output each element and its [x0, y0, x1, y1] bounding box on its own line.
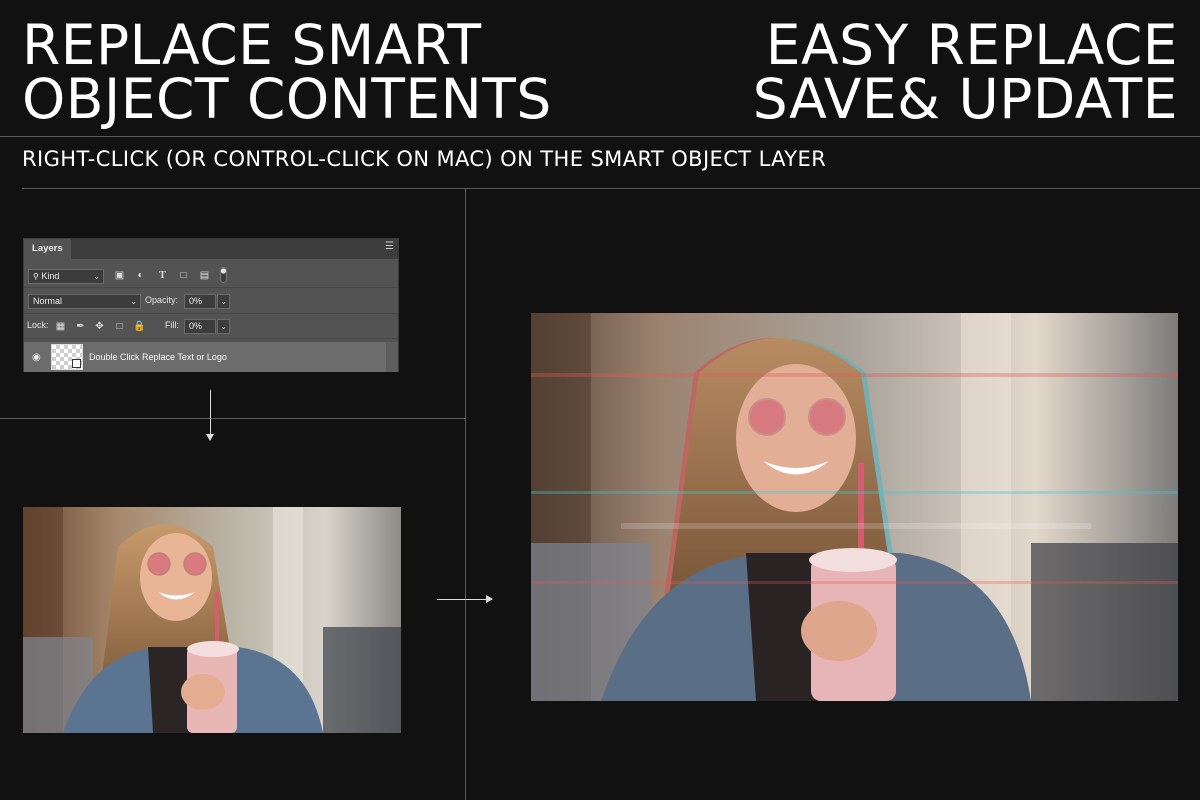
- smart-object-badge-icon: [72, 359, 81, 368]
- filter-kind-select[interactable]: ⚲ Kind ⌄: [28, 269, 104, 284]
- filter-row: ⚲ Kind ⌄ ▣ ◐ T □ ▤: [24, 265, 398, 288]
- layer-thumbnail: [51, 344, 83, 370]
- lock-artboard-icon[interactable]: □: [114, 321, 125, 332]
- lock-row: Lock: ▦ ✒ ✥ □ 🔒 Fill: 0% ⌄: [24, 316, 398, 339]
- image-filter-icon[interactable]: ▣: [114, 270, 125, 281]
- opacity-label: Opacity:: [145, 295, 179, 305]
- layer-name[interactable]: Double Click Replace Text or Logo: [89, 352, 227, 362]
- divider-left-horizontal: [0, 418, 465, 419]
- filter-kind-value: Kind: [41, 271, 60, 281]
- opacity-dropdown-button[interactable]: ⌄: [217, 294, 230, 309]
- tab-layers[interactable]: Layers: [24, 239, 71, 259]
- instruction-text: RIGHT-CLICK (OR CONTROL-CLICK ON MAC) ON…: [22, 147, 827, 171]
- headline-right-line2: SAVE& UPDATE: [752, 67, 1178, 131]
- adjustment-filter-icon[interactable]: ◐: [135, 270, 146, 281]
- fill-dropdown-button[interactable]: ⌄: [217, 319, 230, 334]
- type-filter-icon[interactable]: T: [157, 270, 168, 281]
- blend-row: Normal ⌄ Opacity: 0% ⌄: [24, 291, 398, 314]
- lock-transparent-icon[interactable]: ▦: [55, 321, 66, 332]
- layers-scrollbar[interactable]: [386, 342, 398, 372]
- lock-label: Lock:: [27, 320, 49, 330]
- panel-tab-bar: Layers ☰: [24, 239, 398, 259]
- filter-toggle-icon[interactable]: [220, 267, 227, 283]
- chevron-down-icon: ⌄: [93, 272, 100, 281]
- original-photo: [23, 507, 401, 733]
- fill-label: Fill:: [165, 320, 179, 330]
- headline-left-line2: OBJECT CONTENTS: [22, 67, 552, 131]
- shape-filter-icon[interactable]: □: [178, 270, 189, 281]
- divider-top: [0, 136, 1200, 137]
- glitch-result-photo: [531, 313, 1178, 701]
- panel-menu-icon[interactable]: ☰: [385, 241, 394, 252]
- lock-paint-icon[interactable]: ✒: [75, 321, 86, 332]
- arrow-down-icon: [206, 390, 214, 441]
- smart-object-filter-icon[interactable]: ▤: [199, 270, 210, 281]
- opacity-input[interactable]: 0%: [184, 294, 216, 309]
- blend-mode-select[interactable]: Normal ⌄: [28, 294, 141, 309]
- headline-left-line1: REPLACE SMART: [22, 13, 482, 77]
- divider-vertical: [465, 189, 466, 800]
- chevron-down-icon: ⌄: [130, 297, 137, 306]
- fill-input[interactable]: 0%: [184, 319, 216, 334]
- layers-panel: Layers ☰ ⚲ Kind ⌄ ▣ ◐ T □ ▤ Normal ⌄ Opa…: [23, 238, 399, 372]
- search-icon: ⚲: [33, 272, 39, 281]
- divider-middle: [22, 188, 1200, 189]
- chevron-down-icon: ⌄: [220, 297, 227, 306]
- headline-right-line1: EASY REPLACE: [765, 13, 1178, 77]
- lock-position-icon[interactable]: ✥: [94, 321, 105, 332]
- layer-row-smart-object[interactable]: ◉ Double Click Replace Text or Logo: [24, 342, 398, 372]
- lock-all-icon[interactable]: 🔒: [133, 321, 145, 332]
- headline-left: REPLACE SMART OBJECT CONTENTS: [22, 13, 552, 131]
- arrow-right-icon: [437, 595, 493, 603]
- eye-visibility-icon[interactable]: ◉: [32, 352, 41, 363]
- fill-value: 0%: [189, 321, 203, 331]
- chevron-down-icon: ⌄: [220, 322, 227, 331]
- blend-mode-value: Normal: [33, 296, 63, 306]
- headline-right: EASY REPLACE SAVE& UPDATE: [752, 13, 1178, 131]
- opacity-value: 0%: [189, 296, 203, 306]
